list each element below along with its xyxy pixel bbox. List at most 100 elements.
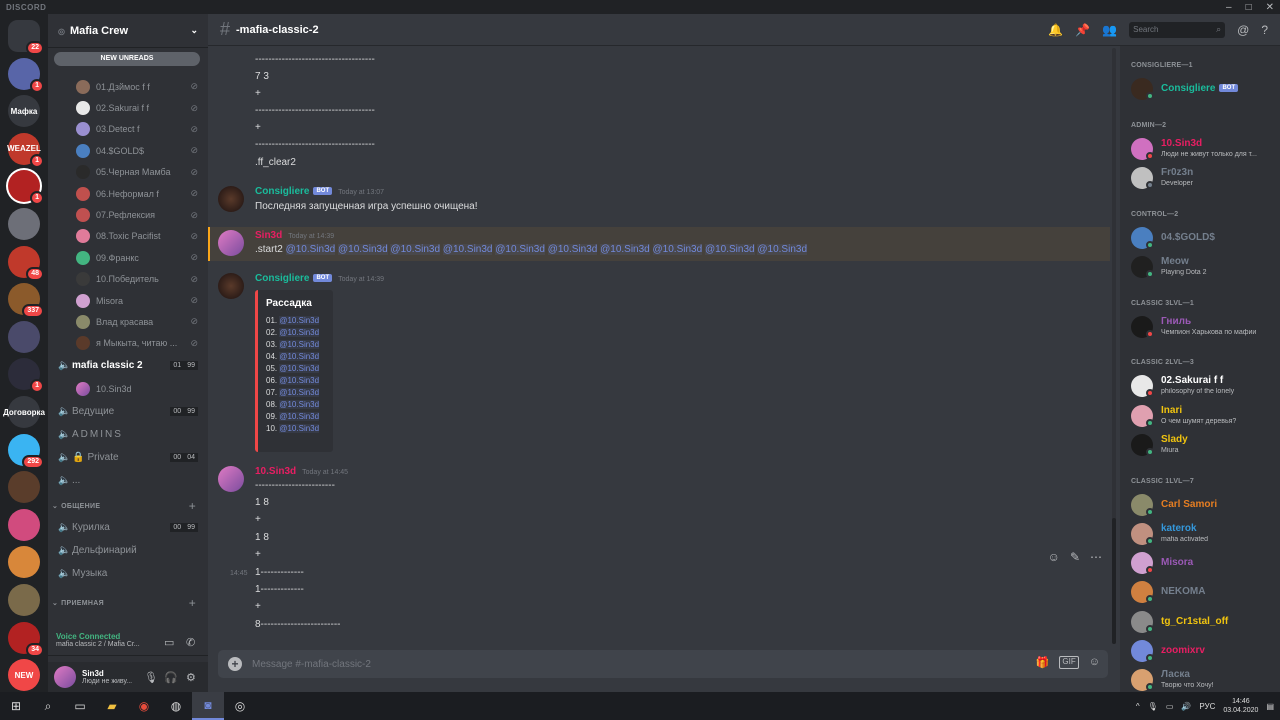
- member-item[interactable]: Inari О чем шумят деревья?: [1131, 403, 1279, 429]
- member-item[interactable]: NEKOMA: [1131, 579, 1279, 605]
- voice-user[interactable]: 09.Франкс ⊘: [48, 247, 208, 268]
- voice-user[interactable]: Влад красава ⊘: [48, 311, 208, 332]
- member-item[interactable]: Ласка Творю что Хочу!: [1131, 667, 1279, 692]
- steam-icon[interactable]: ◍: [160, 692, 192, 720]
- edit-icon[interactable]: ✎: [1070, 550, 1080, 564]
- avatar[interactable]: [218, 273, 244, 299]
- server-icon[interactable]: 1: [8, 57, 44, 93]
- scrollbar[interactable]: [1112, 48, 1116, 644]
- voice-user[interactable]: 01.Дзймос f f ⊘: [48, 76, 208, 97]
- message-author[interactable]: Consigliere BOT Today at 13:07: [255, 186, 384, 197]
- message-composer[interactable]: + Message #-mafia-classic-2 🎁 GIF ☺: [218, 650, 1108, 678]
- start-icon[interactable]: ⊞: [0, 692, 32, 720]
- maximize-icon[interactable]: □: [1246, 2, 1252, 13]
- chevron-down-icon[interactable]: ⌄: [190, 25, 198, 36]
- explorer-icon[interactable]: ▰: [96, 692, 128, 720]
- emoji-icon[interactable]: ☺: [1089, 656, 1100, 669]
- voice-user[interactable]: 03.Detect f ⊘: [48, 119, 208, 140]
- bell-icon[interactable]: 🔔: [1048, 23, 1063, 37]
- server-icon[interactable]: [8, 584, 40, 616]
- scrollbar-thumb[interactable]: [1112, 518, 1116, 644]
- pin-icon[interactable]: 📌: [1075, 23, 1090, 37]
- voice-user[interactable]: Misora ⊘: [48, 290, 208, 311]
- server-icon[interactable]: 48: [8, 245, 44, 281]
- user-mention[interactable]: @10.Sin3d: [279, 352, 320, 361]
- add-reaction-icon[interactable]: ☺: [1048, 550, 1060, 564]
- add-channel-icon[interactable]: +: [189, 596, 196, 610]
- voice-status[interactable]: Voice Connected: [56, 632, 200, 641]
- server-icon[interactable]: 34: [8, 621, 44, 657]
- voice-user[interactable]: 06.Неформал f ⊘: [48, 183, 208, 204]
- user-mention[interactable]: @10.Sin3d: [279, 316, 320, 325]
- server-icon[interactable]: WEAZEL 1: [7, 132, 44, 168]
- avatar[interactable]: [218, 230, 244, 256]
- voice-channel-vedushie[interactable]: 🔈 Ведущие 00 99: [48, 400, 208, 423]
- message-author[interactable]: 10.Sin3d Today at 14:45: [255, 466, 348, 477]
- user-mention[interactable]: @10.Sin3d: [279, 364, 320, 373]
- voice-channel-private[interactable]: 🔈 🔒 Private 00 04: [48, 446, 208, 469]
- member-item[interactable]: Slady Miura: [1131, 432, 1279, 458]
- user-mention[interactable]: @10.Sin3d: [338, 244, 388, 255]
- server-icon[interactable]: [8, 546, 40, 579]
- voice-user[interactable]: 10.Победитель ⊘: [48, 269, 208, 290]
- voice-user-sin3d[interactable]: 10.Sin3d: [48, 377, 208, 400]
- user-mention[interactable]: @10.Sin3d: [279, 424, 320, 433]
- user-mention[interactable]: @10.Sin3d: [704, 244, 755, 255]
- member-item[interactable]: Fr0z3n Developer: [1131, 165, 1279, 191]
- add-channel-icon[interactable]: +: [189, 499, 196, 513]
- user-mention[interactable]: @10.Sin3d: [279, 340, 320, 349]
- network-icon[interactable]: ▭: [1166, 702, 1174, 711]
- category-obshenie[interactable]: ⌄ ОБЩЕНИЕ +: [48, 496, 208, 516]
- server-icon[interactable]: 1: [8, 170, 44, 206]
- member-item[interactable]: katerok mafia activated: [1131, 521, 1279, 547]
- user-mention[interactable]: @10.Sin3d: [652, 244, 703, 255]
- user-mention[interactable]: @10.Sin3d: [279, 388, 320, 397]
- member-item[interactable]: 02.Sakurai f f philosophy of the lonely: [1131, 373, 1279, 399]
- member-item[interactable]: Consigliere BOT: [1131, 76, 1279, 102]
- chevron-up-icon[interactable]: ^: [1136, 702, 1140, 711]
- task-view-icon[interactable]: ▭: [64, 692, 96, 720]
- server-icon[interactable]: Договорка: [3, 396, 45, 428]
- server-icon[interactable]: [8, 508, 40, 541]
- search-input[interactable]: Search ⌕: [1129, 22, 1226, 38]
- member-item[interactable]: Meow Playing Dota 2: [1131, 254, 1279, 280]
- mute-icon[interactable]: 🎙: [144, 671, 158, 684]
- category-priemnaya[interactable]: ⌄ ПРИЕМНАЯ +: [48, 593, 208, 613]
- server-icon[interactable]: 292: [8, 433, 44, 469]
- user-mention[interactable]: @10.Sin3d: [279, 412, 320, 421]
- gear-icon[interactable]: ⚙: [186, 671, 196, 684]
- member-item[interactable]: Misora: [1131, 550, 1279, 576]
- help-icon[interactable]: ?: [1261, 23, 1268, 37]
- user-mention[interactable]: @10.Sin3d: [279, 376, 320, 385]
- user-mention[interactable]: @10.Sin3d: [390, 244, 441, 255]
- screen-share-icon[interactable]: ▭: [164, 636, 174, 649]
- message-author[interactable]: Consigliere BOT Today at 14:39: [255, 273, 384, 284]
- voice-user[interactable]: 04.$GOLD$ ⊘: [48, 140, 208, 161]
- voice-channel-mafia-classic-2[interactable]: 🔈 mafia classic 2 01 99: [48, 354, 208, 377]
- upload-icon[interactable]: +: [228, 657, 242, 671]
- avatar[interactable]: [54, 666, 76, 688]
- voice-channel-dots[interactable]: 🔈 ...: [48, 469, 208, 492]
- more-icon[interactable]: ⋯: [1090, 550, 1102, 564]
- minimize-icon[interactable]: –: [1226, 2, 1232, 13]
- close-icon[interactable]: ✕: [1266, 2, 1274, 13]
- headphones-icon[interactable]: 🎧: [164, 671, 178, 684]
- mic-icon[interactable]: 🎙: [1148, 702, 1158, 711]
- member-item[interactable]: 10.Sin3d Люди не живут только для т...: [1131, 136, 1279, 162]
- user-mention[interactable]: @10.Sin3d: [285, 244, 336, 255]
- disconnect-icon[interactable]: ✆: [186, 636, 195, 649]
- volume-icon[interactable]: 🔊: [1181, 702, 1191, 711]
- message-input[interactable]: Message #-mafia-classic-2: [252, 659, 371, 670]
- discord-taskbar-icon[interactable]: ◙: [192, 692, 224, 720]
- avatar[interactable]: [218, 186, 244, 212]
- user-mention[interactable]: @10.Sin3d: [279, 400, 320, 409]
- chrome-icon[interactable]: ◉: [128, 692, 160, 720]
- voice-channel-kurilka[interactable]: 🔈 Курилка 00 99: [48, 516, 208, 539]
- user-mention[interactable]: @10.Sin3d: [757, 244, 808, 255]
- voice-user[interactable]: 02.Sakurai f f ⊘: [48, 97, 208, 118]
- obs-icon[interactable]: ◎: [224, 692, 256, 720]
- avatar[interactable]: [218, 466, 244, 492]
- server-icon[interactable]: 337: [8, 283, 44, 319]
- voice-user[interactable]: 07.Рефлексия ⊘: [48, 204, 208, 225]
- server-icon[interactable]: NEW: [8, 659, 40, 692]
